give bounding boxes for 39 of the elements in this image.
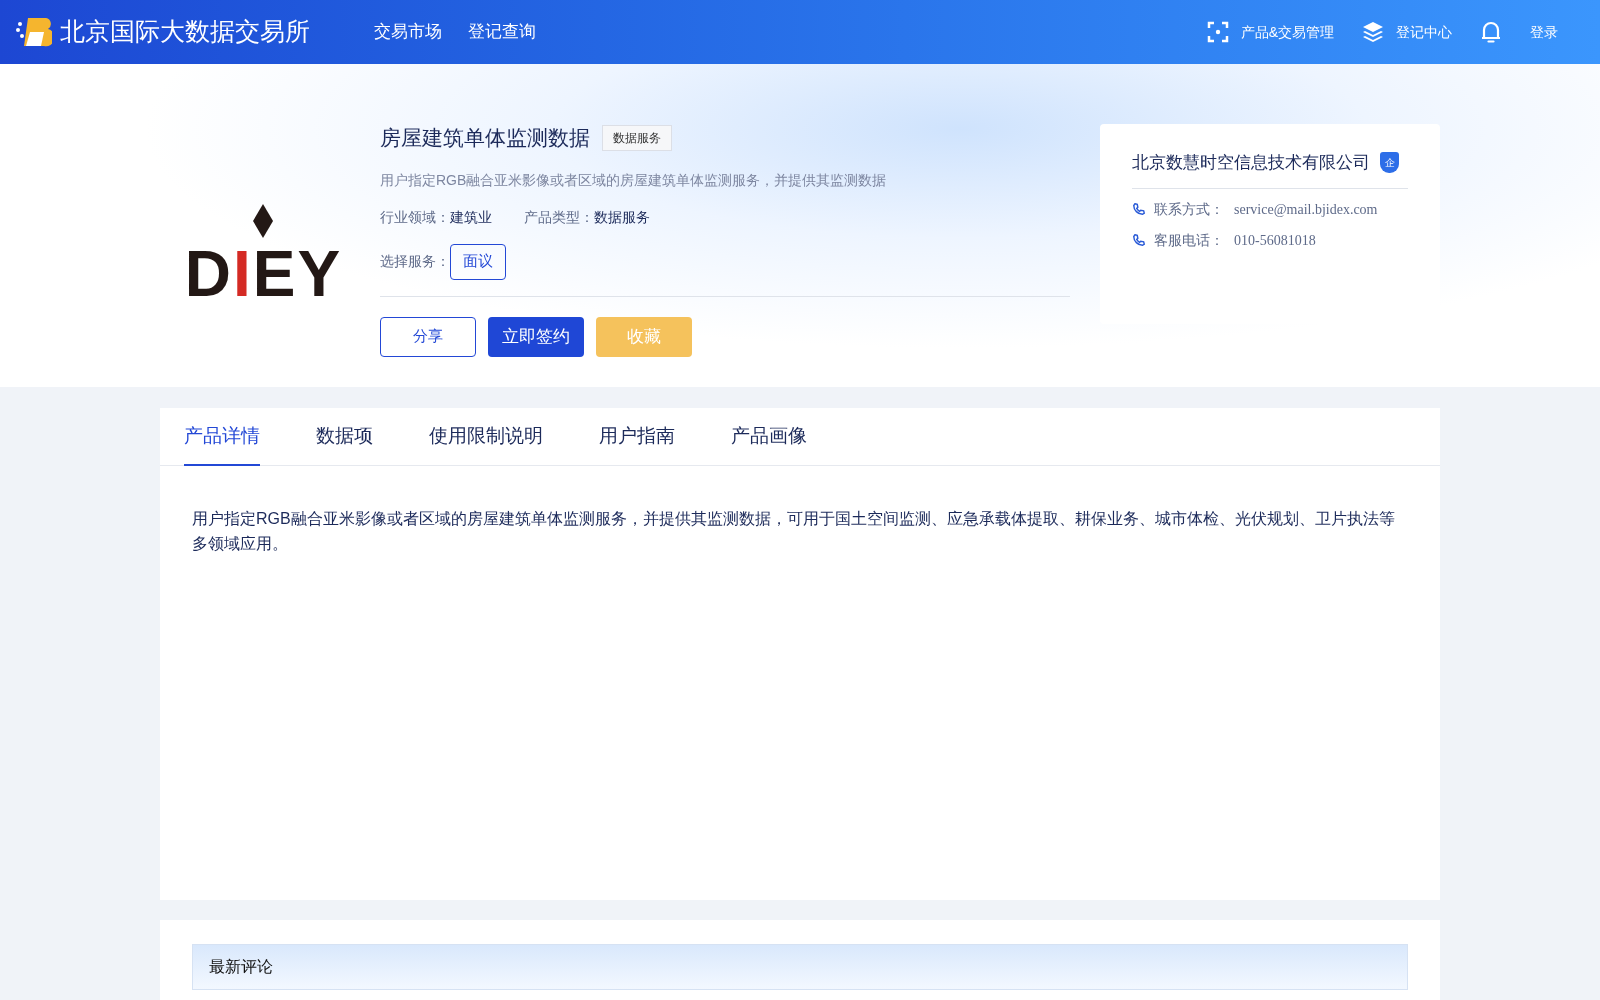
sign-button[interactable]: 立即签约	[488, 316, 584, 357]
provider-name: 北京数慧时空信息技术有限公司	[1132, 152, 1370, 174]
comments-title: 最新评论	[209, 957, 273, 977]
tab[interactable]: 数据项	[316, 408, 373, 466]
tab[interactable]: 用户指南	[599, 408, 675, 466]
contact-value: 010-56081018	[1234, 231, 1316, 250]
service-label: 选择服务：	[380, 252, 450, 271]
scan-icon	[1206, 21, 1229, 43]
tab[interactable]: 产品详情	[184, 408, 260, 466]
verified-badge: 企	[1380, 152, 1399, 174]
product-description: 用户指定RGB融合亚米影像或者区域的房屋建筑单体监测服务，并提供其监测数据	[380, 170, 888, 190]
meta-label: 产品类型：	[524, 207, 594, 227]
meta-value: 建筑业	[450, 207, 492, 227]
logo-icon	[16, 16, 52, 48]
detail-text: 用户指定RGB融合亚米影像或者区域的房屋建筑单体监测服务，并提供其监测数据，可用于国土空间监测、应急承载体提取、耕保业务、城市体检、光伏规划、卫片执法等多领域应用。	[191, 509, 1396, 554]
product-title: 房屋建筑单体监测数据	[380, 125, 590, 151]
contact-label: 客服电话：	[1154, 230, 1225, 250]
logo-letter: I	[233, 238, 251, 310]
meta-label: 行业领域：	[380, 207, 450, 227]
share-button[interactable]: 分享	[380, 316, 476, 357]
site-name: 北京国际大数据交易所	[60, 16, 310, 48]
phone-icon	[1132, 233, 1146, 247]
bell-icon[interactable]	[1480, 20, 1502, 44]
header-link[interactable]: 产品&交易管理	[1240, 21, 1334, 43]
phone-icon	[1132, 202, 1146, 216]
tab[interactable]: 产品画像	[731, 408, 807, 466]
tab[interactable]: 使用限制说明	[429, 408, 543, 466]
logo-letter: D	[184, 238, 232, 310]
logo-letter: E	[252, 238, 296, 310]
layers-icon	[1362, 21, 1384, 43]
service-option[interactable]: 面议	[450, 243, 506, 280]
meta-value: 数据服务	[594, 207, 650, 227]
diamond-icon	[252, 204, 273, 238]
product-tag: 数据服务	[602, 124, 672, 151]
logo-letter: Y	[297, 238, 341, 310]
nav-link[interactable]: 交易市场	[374, 19, 442, 45]
contact-value: service@mail.bjidex.com	[1234, 200, 1378, 219]
nav-link[interactable]: 登记查询	[468, 19, 536, 45]
contact-label: 联系方式：	[1154, 199, 1225, 219]
